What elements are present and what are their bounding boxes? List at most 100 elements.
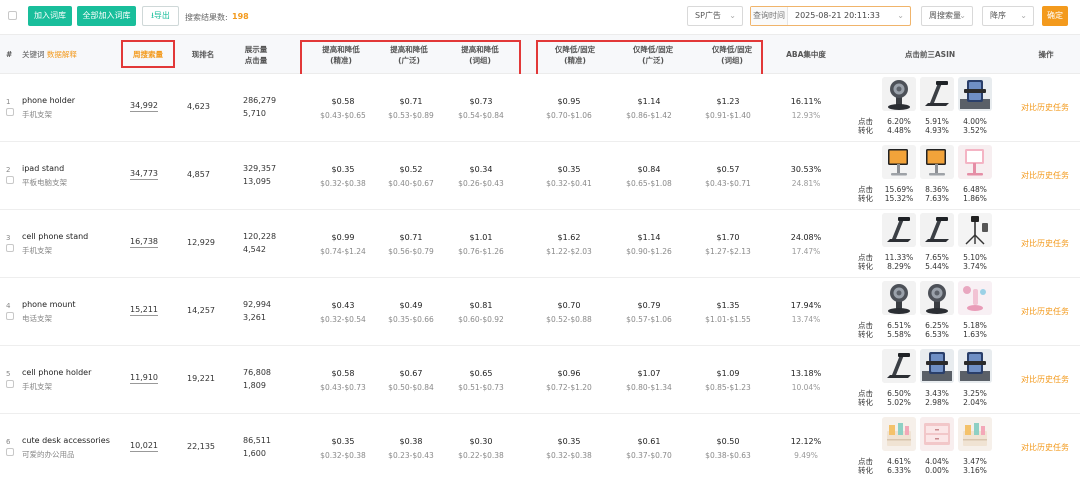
compare-history-link[interactable]: 对比历史任务 <box>1021 442 1069 453</box>
sort-order-select[interactable]: 降序 ⌄ <box>982 6 1034 26</box>
asin-thumbnail[interactable] <box>958 145 992 179</box>
bid-range: $0.38-$0.63 <box>705 451 751 460</box>
asin-thumbnail[interactable] <box>920 349 954 383</box>
aba-conversion-share: 10.04% <box>791 383 821 392</box>
top3-asin-cell: 点击 转化 6.50% 5.02% 3.43% 2.98% 3.25% 2.04% <box>856 349 1014 411</box>
current-rank: 22,135 <box>187 442 215 451</box>
bid-range: $0.86-$1.42 <box>626 111 672 120</box>
row-checkbox[interactable] <box>6 312 14 320</box>
bid-range: $0.57-$1.06 <box>626 315 672 324</box>
keyword[interactable]: cell phone stand <box>22 232 88 241</box>
data-explanation-link[interactable]: 数据解释 <box>47 50 77 59</box>
query-time-picker[interactable]: 查询时间 2025-08-21 20:11:33 ⌄ <box>750 6 911 26</box>
suggested-bid: $0.65 $0.51-$0.73 <box>441 369 521 392</box>
keyword[interactable]: cute desk accessories <box>22 436 110 445</box>
bid-range: $1.27-$2.13 <box>705 247 751 256</box>
asin-thumbnail[interactable] <box>958 281 992 315</box>
asin-thumbnail[interactable] <box>920 281 954 315</box>
conversion-share-label: 转化 <box>858 330 873 339</box>
bid-range: $0.70-$1.06 <box>546 111 592 120</box>
suggested-bid: $0.73 $0.54-$0.84 <box>441 97 521 120</box>
weekly-search-volume[interactable]: 10,021 <box>130 441 158 452</box>
bid-value: $0.61 <box>637 437 661 446</box>
bid-value: $0.70 <box>557 301 581 310</box>
compare-history-link[interactable]: 对比历史任务 <box>1021 238 1069 249</box>
click-share-label: 点击 <box>858 457 873 466</box>
asin-thumbnail[interactable] <box>920 145 954 179</box>
row-index: 5 <box>6 370 11 378</box>
sort-metric-select[interactable]: 周搜索量 ⌄ <box>921 6 973 26</box>
header-bid-down-exact-title: 仅降低/固定 <box>554 45 596 54</box>
row-checkbox[interactable] <box>6 380 14 388</box>
asin-thumbnail[interactable] <box>882 213 916 247</box>
clicks: 13,095 <box>243 177 271 186</box>
asin-conversion-share: 0.00% <box>925 466 949 475</box>
add-all-to-library-button[interactable]: 全部加入词库 <box>77 6 136 26</box>
compare-history-link[interactable]: 对比历史任务 <box>1021 170 1069 181</box>
keyword[interactable]: phone mount <box>22 300 76 309</box>
keyword-translation: 可爱的办公用品 <box>22 450 75 459</box>
asin-thumbnail[interactable] <box>882 281 916 315</box>
compare-history-link[interactable]: 对比历史任务 <box>1021 102 1069 113</box>
compare-history-link[interactable]: 对比历史任务 <box>1021 306 1069 317</box>
asin-thumbnail[interactable] <box>920 213 954 247</box>
asin-conversion-share: 2.98% <box>925 398 949 407</box>
result-count: 198 <box>232 12 249 21</box>
weekly-search-volume[interactable]: 34,992 <box>130 101 158 112</box>
asin-thumbnail[interactable] <box>882 145 916 179</box>
asin-click-share: 11.33% <box>884 253 914 262</box>
bid-range: $0.50-$0.84 <box>388 383 434 392</box>
result-count-label: 搜索结果数: <box>185 13 228 22</box>
row-index: 4 <box>6 302 11 310</box>
asin-thumbnail[interactable] <box>958 77 992 111</box>
asin-conversion-share: 3.16% <box>963 466 987 475</box>
asin-thumbnail[interactable] <box>882 77 916 111</box>
row-checkbox[interactable] <box>6 176 14 184</box>
weekly-search-volume[interactable]: 15,211 <box>130 305 158 316</box>
asin-thumbnail[interactable] <box>920 417 954 451</box>
asin-conversion-share: 2.04% <box>963 398 987 407</box>
keyword[interactable]: phone holder <box>22 96 75 105</box>
asin-conversion-share: 4.48% <box>887 126 911 135</box>
header-bid-updown-phrase-title: 提高和降低 <box>461 45 499 54</box>
car-vent-holder-icon <box>958 349 992 383</box>
asin-thumbnail[interactable] <box>920 77 954 111</box>
weekly-search-volume[interactable]: 16,738 <box>130 237 158 248</box>
suggested-bid: $0.70 $0.52-$0.88 <box>529 301 609 324</box>
export-button[interactable]: ⭳导出 <box>142 6 179 26</box>
suggested-bid: $0.71 $0.56-$0.79 <box>371 233 451 256</box>
asin-thumbnail[interactable] <box>958 417 992 451</box>
bid-value: $1.14 <box>637 233 661 242</box>
row-checkbox[interactable] <box>6 244 14 252</box>
suggested-bid: $0.38 $0.23-$0.43 <box>371 437 451 460</box>
weekly-search-volume[interactable]: 34,773 <box>130 169 158 180</box>
header-weekly-search-sort[interactable]: 周搜索量 <box>121 40 175 68</box>
bid-value: $0.96 <box>557 369 581 378</box>
compare-history-link[interactable]: 对比历史任务 <box>1021 374 1069 385</box>
asin-thumbnail[interactable] <box>958 349 992 383</box>
add-to-library-button[interactable]: 加入词库 <box>28 6 72 26</box>
keyword[interactable]: cell phone holder <box>22 368 91 377</box>
current-rank: 19,221 <box>187 374 215 383</box>
bid-value: $0.71 <box>399 97 423 106</box>
select-all-checkbox[interactable] <box>8 11 17 20</box>
weekly-search-volume[interactable]: 11,910 <box>130 373 158 384</box>
row-checkbox[interactable] <box>6 108 14 116</box>
asin-conversion-share: 15.32% <box>884 194 914 203</box>
asin-thumbnail[interactable] <box>882 349 916 383</box>
bid-range: $0.51-$0.73 <box>458 383 504 392</box>
table-row: 4 phone mount 电话支架 15,211 14,257 92,994 3,261 $… <box>0 278 1080 346</box>
chevron-down-icon: ⌄ <box>729 11 736 20</box>
bid-value: $0.84 <box>637 165 661 174</box>
confirm-button[interactable]: 确定 <box>1042 6 1068 26</box>
bid-range: $1.01-$1.55 <box>705 315 751 324</box>
aba-click-share: 17.94% <box>790 301 822 310</box>
table-row: 1 phone holder 手机支架 34,992 4,623 286,279 5,710… <box>0 74 1080 142</box>
row-checkbox[interactable] <box>6 448 14 456</box>
keyword[interactable]: ipad stand <box>22 164 64 173</box>
ad-type-select[interactable]: SP广告 ⌄ <box>687 6 743 26</box>
asin-click-share: 5.91% <box>925 117 949 126</box>
clicks: 1,809 <box>243 381 266 390</box>
asin-thumbnail[interactable] <box>882 417 916 451</box>
asin-thumbnail[interactable] <box>958 213 992 247</box>
